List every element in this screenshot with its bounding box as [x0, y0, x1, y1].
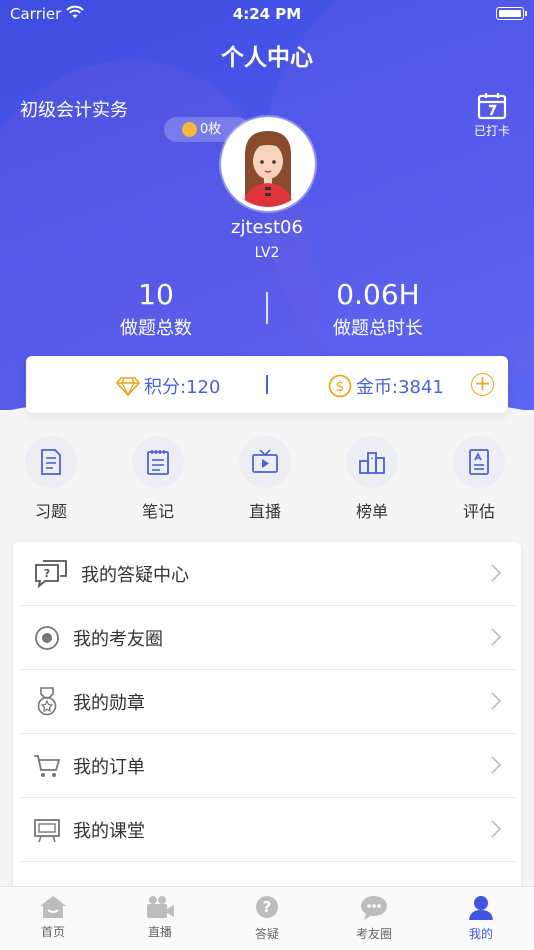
stat-label: 做题总时长 [333, 318, 423, 339]
checkin-label: 已打卡 [473, 124, 510, 138]
svg-text:?: ? [44, 567, 50, 580]
menu-item-label: 我的订单 [73, 756, 145, 778]
points-card: 积分:120 $ 金币:3841 + [26, 356, 508, 413]
menu-item-study-circle[interactable]: 我的考友圈 [21, 606, 515, 670]
quick-action-label: 直播 [248, 502, 281, 521]
menu-item-label: 我的答疑中心 [81, 564, 189, 586]
assessment-icon [469, 449, 489, 475]
quick-action-notes[interactable]: 笔记 [125, 436, 191, 522]
coin-icon: $ [328, 374, 352, 398]
notes-icon [147, 450, 169, 475]
medal-icon [37, 686, 57, 715]
svg-text:$: $ [336, 379, 345, 395]
page-title: 个人中心 [221, 45, 313, 71]
quick-action-label: 习题 [34, 502, 67, 521]
chevron-right-icon [491, 564, 501, 582]
cart-icon [34, 754, 61, 777]
menu-item-label: 我的课堂 [73, 820, 145, 842]
stat-value: 10 [138, 278, 174, 311]
tab-label: 考友圈 [355, 927, 392, 941]
chevron-right-icon [491, 756, 501, 774]
course-selector[interactable]: 初级会计实务 [20, 96, 128, 122]
username: zjtest06 [231, 217, 303, 238]
ranking-icon [359, 452, 385, 474]
calendar-icon [477, 93, 507, 120]
tab-study-circle[interactable]: 考友圈 [336, 895, 412, 942]
tab-me[interactable]: 我的 [443, 895, 519, 942]
add-coins-button[interactable]: + [471, 373, 494, 396]
clock: 4:24 PM [232, 5, 302, 23]
stat-question-count: 10 做题总数 [46, 278, 266, 340]
circle-icon [35, 625, 59, 650]
quick-action-label: 笔记 [141, 502, 174, 521]
question-icon: ? [256, 896, 278, 918]
avatar[interactable] [221, 117, 315, 211]
svg-text:?: ? [263, 898, 272, 916]
tab-label: 答疑 [254, 927, 279, 941]
stat-label: 做题总数 [120, 318, 192, 339]
profile-menu: ? 我的答疑中心 我的考友圈 我的勋章 我的订单 我的课堂 [13, 542, 521, 902]
checkin-button[interactable]: 已打卡 [466, 92, 518, 139]
medal-coin-icon [182, 122, 197, 137]
chevron-right-icon [491, 692, 501, 710]
chevron-right-icon [491, 820, 501, 838]
tab-label: 直播 [147, 925, 172, 939]
tab-qa[interactable]: ? 答疑 [229, 895, 305, 942]
user-level: LV2 [254, 245, 280, 261]
stat-value: 0.06H [336, 278, 420, 311]
chat-bubble-icon [361, 896, 387, 920]
menu-item-orders[interactable]: 我的订单 [21, 734, 515, 798]
diamond-icon [116, 377, 140, 396]
menu-item-qa-center[interactable]: ? 我的答疑中心 [21, 542, 515, 606]
quick-action-exercise[interactable]: 习题 [18, 436, 84, 522]
menu-item-medals[interactable]: 我的勋章 [21, 670, 515, 734]
coins-label: 金币:3841 [356, 377, 444, 398]
classroom-board-icon [34, 818, 60, 842]
quick-action-live[interactable]: 直播 [232, 436, 298, 522]
menu-item-label: 我的勋章 [73, 692, 145, 714]
quick-action-assessment[interactable]: 评估 [446, 436, 512, 522]
battery-icon [496, 7, 527, 20]
status-bar: Carrier 4:24 PM [0, 0, 534, 28]
chevron-right-icon [491, 628, 501, 646]
tab-label: 首页 [40, 925, 65, 939]
video-camera-icon [147, 896, 174, 918]
medal-count: 0枚 [200, 122, 222, 137]
tab-live[interactable]: 直播 [122, 895, 198, 940]
coins-item[interactable]: $ 金币:3841 [328, 373, 444, 399]
quick-action-label: 榜单 [355, 502, 388, 521]
tab-label: 我的 [468, 927, 493, 941]
person-icon [469, 896, 493, 920]
avatar-girl-icon [225, 121, 311, 207]
home-icon [40, 896, 66, 918]
quick-action-label: 评估 [462, 502, 495, 521]
quick-action-ranking[interactable]: 榜单 [339, 436, 405, 522]
qa-chat-icon: ? [35, 559, 67, 588]
score-item[interactable]: 积分:120 [116, 373, 220, 399]
menu-item-classroom[interactable]: 我的课堂 [21, 798, 515, 862]
live-tv-icon [252, 449, 278, 473]
stat-study-duration: 0.06H 做题总时长 [268, 278, 488, 340]
score-label: 积分:120 [144, 377, 221, 398]
exercise-icon [41, 449, 61, 475]
tab-bar: 首页 直播 ? 答疑 考友圈 我的 [0, 886, 534, 950]
tab-home[interactable]: 首页 [15, 895, 91, 940]
points-divider [266, 375, 268, 394]
menu-item-label: 我的考友圈 [73, 628, 163, 650]
